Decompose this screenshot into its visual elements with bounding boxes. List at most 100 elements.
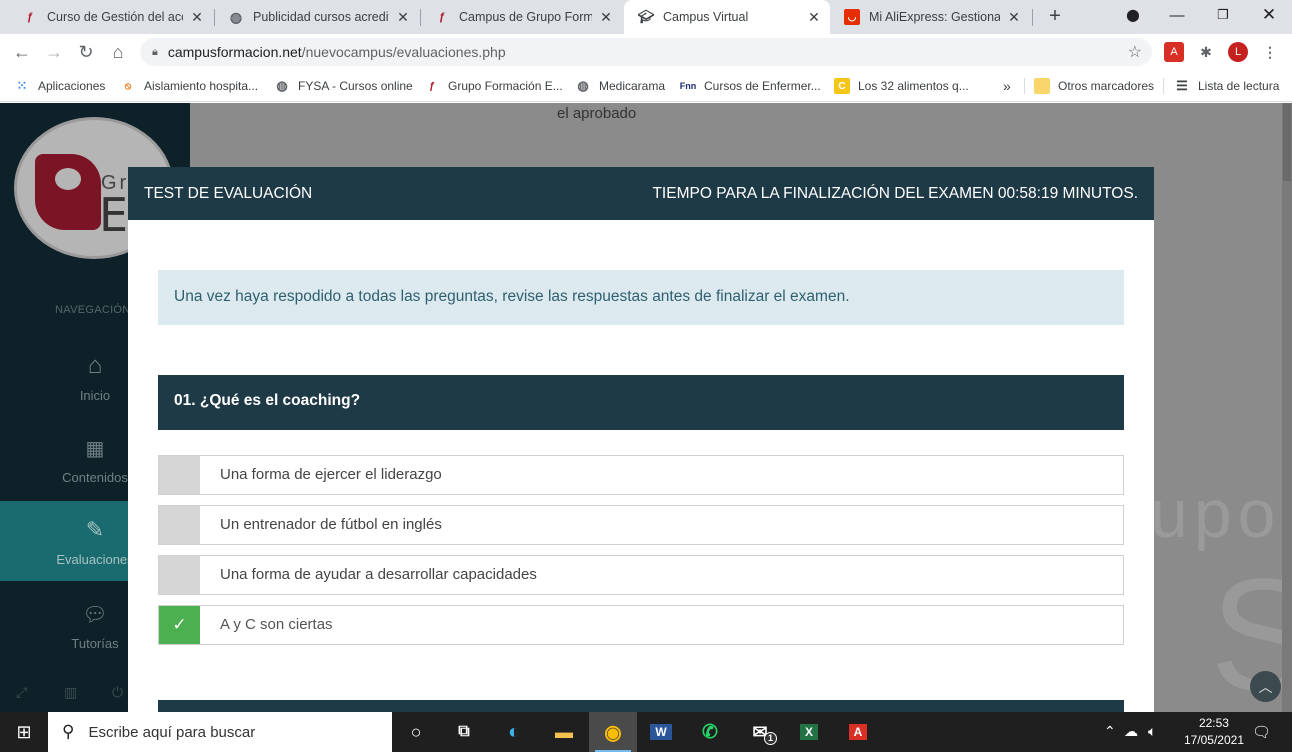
profile-avatar[interactable]: L bbox=[1228, 42, 1248, 62]
campus-favicon-icon: ƒ bbox=[438, 11, 446, 23]
answer-text: Un entrenador de fútbol en inglés bbox=[220, 516, 442, 533]
lock-icon: 🔒︎ bbox=[152, 45, 158, 58]
fullscreen-icon[interactable]: ⤢ bbox=[16, 684, 27, 701]
back-icon[interactable]: ← bbox=[8, 38, 36, 66]
exam-timer: TIEMPO PARA LA FINALIZACIÓN DEL EXAMEN 0… bbox=[652, 185, 1138, 202]
bookmark-medicarama[interactable]: ◍ Medicarama bbox=[575, 76, 665, 96]
bookmark-label: Los 32 alimentos q... bbox=[858, 79, 969, 93]
fun-favicon-icon: Fnn bbox=[679, 81, 697, 91]
bookmark-label: Cursos de Enfermer... bbox=[704, 79, 821, 93]
close-tab-icon[interactable]: ✕ bbox=[806, 9, 822, 26]
bookmark-aislamiento[interactable]: ⦸ Aislamiento hospita... bbox=[120, 76, 258, 96]
bookmark-label: Otros marcadores bbox=[1058, 79, 1155, 93]
volume-icon[interactable]: 🔈︎ bbox=[1148, 723, 1156, 740]
windows-start-icon[interactable]: ⊞ bbox=[0, 712, 48, 752]
edit-icon: ✎ bbox=[85, 517, 105, 542]
bookmark-alimentos[interactable]: C Los 32 alimentos q... bbox=[834, 76, 969, 96]
menu-dots-icon[interactable]: ⋮ bbox=[1260, 42, 1280, 62]
task-view-icon[interactable]: ⧉ bbox=[440, 712, 488, 752]
close-window-icon[interactable]: ✕ bbox=[1246, 0, 1292, 30]
bookmark-grupo-formacion[interactable]: ƒ Grupo Formación E... bbox=[424, 76, 563, 96]
power-icon[interactable]: ⏻ bbox=[112, 684, 123, 701]
tab-publicidad[interactable]: ◍ Publicidad cursos acredita ✕ bbox=[214, 0, 419, 34]
tab-separator bbox=[1032, 9, 1033, 26]
reload-icon[interactable]: ↻ bbox=[72, 38, 100, 66]
url-host: campusformacion.net bbox=[167, 44, 302, 60]
globe-icon: ◍ bbox=[229, 8, 243, 25]
evaluation-modal: TEST DE EVALUACIÓN TIEMPO PARA LA FINALI… bbox=[128, 167, 1154, 712]
tab-curso-gestion[interactable]: ƒ Curso de Gestión del acce ✕ bbox=[8, 0, 213, 34]
browser-toolbar: ← → ↻ ⌂ 🔒︎ campusformacion.net/nuevocamp… bbox=[0, 34, 1292, 70]
whatsapp-icon[interactable]: ✆ bbox=[686, 712, 734, 752]
check-icon: ✓ bbox=[172, 615, 187, 634]
excel-icon[interactable]: X bbox=[785, 712, 833, 752]
acrobat-icon[interactable]: A bbox=[834, 712, 882, 752]
answer-text: Una forma de ayudar a desarrollar capaci… bbox=[220, 566, 537, 583]
answer-option-2[interactable]: Un entrenador de fútbol en inglés bbox=[158, 505, 1124, 545]
bookmark-fysa[interactable]: ◍ FYSA - Cursos online bbox=[274, 76, 413, 96]
grid-icon: ▦ bbox=[85, 437, 105, 460]
windows-taskbar: ⊞ ⚲ Escribe aquí para buscar ○ ⧉ ◐ ▬ ◉ W… bbox=[0, 712, 1292, 752]
reading-list-button[interactable]: ☰ Lista de lectura bbox=[1174, 76, 1279, 96]
chrome-icon[interactable]: ◉ bbox=[589, 712, 637, 752]
home-button-icon[interactable]: ⌂ bbox=[104, 38, 132, 66]
file-explorer-icon[interactable]: ▬ bbox=[540, 712, 588, 752]
address-bar[interactable]: 🔒︎ campusformacion.net/nuevocampus/evalu… bbox=[140, 38, 1152, 66]
answer-text: A y C son ciertas bbox=[220, 616, 333, 633]
answer-option-3[interactable]: Una forma de ayudar a desarrollar capaci… bbox=[158, 555, 1124, 595]
pdf-extension-icon[interactable]: A bbox=[1164, 42, 1184, 62]
answer-option-4[interactable]: ✓ A y C son ciertas bbox=[158, 605, 1124, 645]
chat-icon: 💬︎ bbox=[82, 603, 108, 626]
restore-icon[interactable]: ❐ bbox=[1200, 0, 1246, 30]
answer-checkbox-checked[interactable]: ✓ bbox=[159, 606, 200, 644]
modal-title: TEST DE EVALUACIÓN bbox=[144, 185, 313, 202]
logo-mark-icon bbox=[35, 154, 101, 230]
taskbar-search[interactable]: ⚲ Escribe aquí para buscar bbox=[48, 712, 392, 752]
mail-badge: 1 bbox=[764, 732, 777, 745]
taskbar-clock[interactable]: 22:53 17/05/2021 bbox=[1184, 715, 1244, 749]
bookmark-otros[interactable]: Otros marcadores bbox=[1034, 76, 1154, 96]
tab-campus-virtual[interactable]: 🎓︎ Campus Virtual ✕ bbox=[624, 0, 830, 34]
onedrive-cloud-icon[interactable]: ☁ bbox=[1124, 723, 1138, 740]
extensions-icon[interactable]: ✱ bbox=[1196, 42, 1216, 62]
bookmark-label: Grupo Formación E... bbox=[448, 79, 563, 93]
bookmark-label: FYSA - Cursos online bbox=[298, 79, 413, 93]
page-scrollbar[interactable] bbox=[1282, 103, 1292, 712]
globe-icon: ◍ bbox=[276, 78, 288, 93]
scrollbar-thumb[interactable] bbox=[1283, 103, 1291, 181]
minimize-icon[interactable]: — bbox=[1154, 0, 1200, 30]
tab-search-icon[interactable]: ⬤ bbox=[1110, 0, 1156, 30]
close-tab-icon[interactable]: ✕ bbox=[189, 9, 205, 26]
close-tab-icon[interactable]: ✕ bbox=[395, 9, 411, 26]
bookmark-cursos-enfermeria[interactable]: Fnn Cursos de Enfermer... bbox=[680, 76, 821, 96]
answer-checkbox[interactable] bbox=[159, 456, 200, 494]
bookmarks-overflow-button[interactable]: » bbox=[1003, 76, 1011, 96]
edge-icon[interactable]: ◐ bbox=[490, 712, 538, 752]
answer-checkbox[interactable] bbox=[159, 556, 200, 594]
stats-icon[interactable]: ▥ bbox=[64, 684, 77, 701]
bookmark-label: Lista de lectura bbox=[1198, 79, 1280, 93]
page-content: el aprobado upo S Gru EC NAVEGACIÓN ⌂ In… bbox=[0, 103, 1292, 712]
scroll-top-button[interactable]: ︿ bbox=[1250, 671, 1281, 702]
bookmark-favicon-icon: C bbox=[834, 78, 850, 94]
bookmark-aplicaciones[interactable]: ⁙ Aplicaciones bbox=[14, 76, 106, 96]
answer-checkbox[interactable] bbox=[159, 506, 200, 544]
mail-icon[interactable]: ✉ 1 bbox=[736, 712, 784, 752]
tab-title: Curso de Gestión del acce bbox=[47, 10, 183, 24]
home-icon: ⌂ bbox=[87, 352, 103, 379]
close-tab-icon[interactable]: ✕ bbox=[1006, 9, 1022, 26]
bookmark-star-icon[interactable]: ☆ bbox=[1128, 42, 1142, 62]
cortana-icon[interactable]: ○ bbox=[392, 712, 440, 752]
background-watermark: upo bbox=[1150, 476, 1282, 552]
close-tab-icon[interactable]: ✕ bbox=[598, 9, 614, 26]
tab-campus-grupo[interactable]: ƒ Campus de Grupo Formac ✕ bbox=[420, 0, 622, 34]
tab-aliexpress[interactable]: ◡ Mi AliExpress: Gestionar p ✕ bbox=[830, 0, 1030, 34]
forward-icon[interactable]: → bbox=[40, 38, 68, 66]
answer-option-1[interactable]: Una forma de ejercer el liderazgo bbox=[158, 455, 1124, 495]
aliexpress-favicon-icon: ◡ bbox=[844, 9, 860, 25]
word-icon[interactable]: W bbox=[637, 712, 685, 752]
new-tab-button[interactable]: + bbox=[1042, 5, 1068, 29]
url-path: /nuevocampus/evaluaciones.php bbox=[301, 44, 506, 60]
tray-chevron-up-icon[interactable]: ⌃ bbox=[1104, 723, 1116, 740]
notification-center-icon[interactable]: 🗨︎ bbox=[1252, 723, 1271, 741]
